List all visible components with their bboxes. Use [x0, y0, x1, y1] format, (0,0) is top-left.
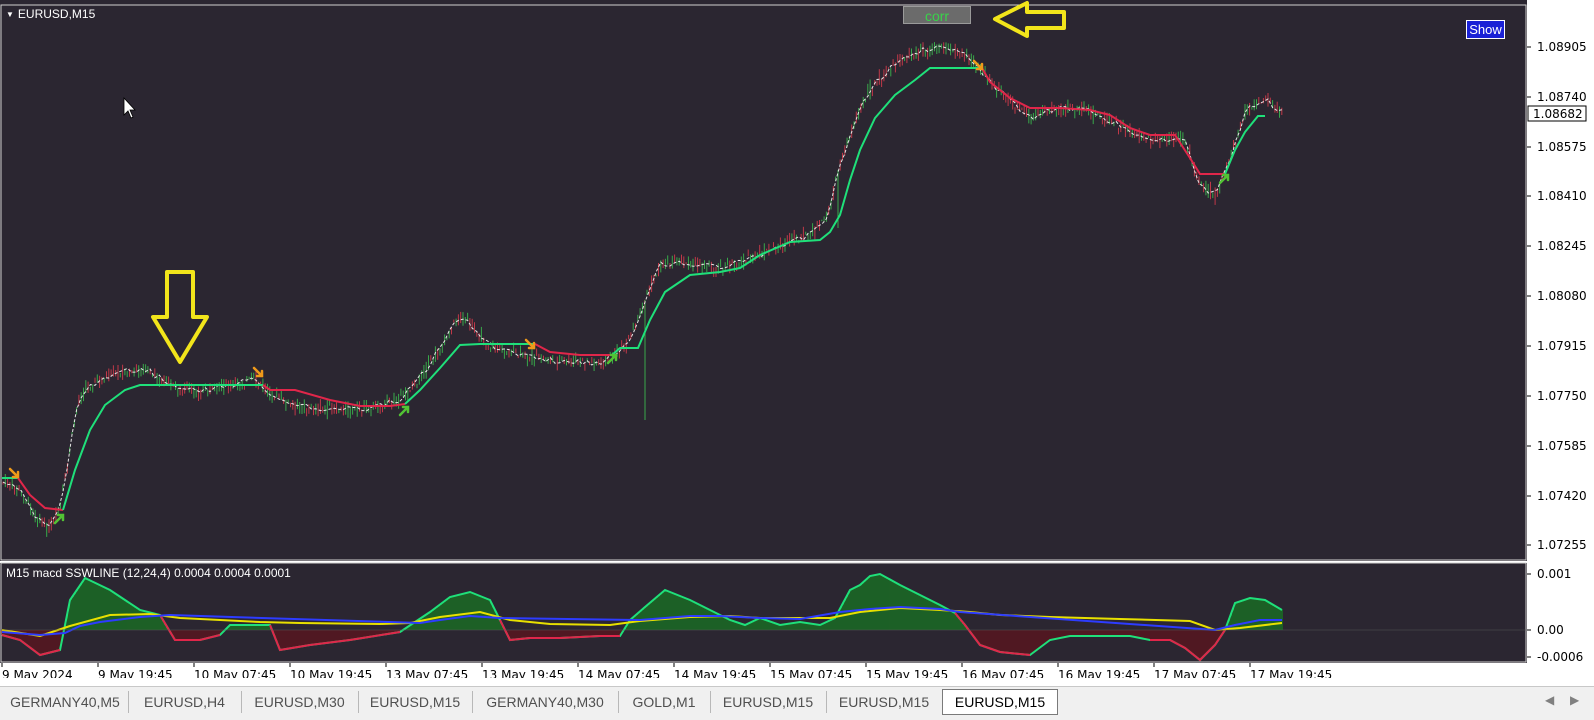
- price-tick-label: 1.07915: [1537, 339, 1587, 353]
- price-tick-label: 1.08575: [1537, 140, 1587, 154]
- price-tick-label: 1.08905: [1537, 40, 1587, 54]
- indicator-tick-label: 0.001: [1537, 567, 1571, 581]
- time-tick-label: 17 May 07:45: [1154, 668, 1236, 678]
- triangle-down-icon[interactable]: ▼: [6, 10, 14, 19]
- time-tick-label: 9 May 2024: [2, 668, 73, 678]
- time-tick-label: 13 May 07:45: [386, 668, 468, 678]
- time-tick-label: 13 May 19:45: [482, 668, 564, 678]
- time-tick-label: 14 May 19:45: [674, 668, 756, 678]
- indicator-label: M15 macd SSWLINE (12,24,4) 0.0004 0.0004…: [6, 566, 291, 580]
- time-tick-label: 17 May 19:45: [1250, 668, 1332, 678]
- price-tick-label: 1.07420: [1537, 489, 1587, 503]
- current-price-label: 1.08682: [1527, 105, 1587, 122]
- main-chart-background: [0, 0, 1527, 561]
- chart-tab-6[interactable]: GOLD,M1: [618, 691, 711, 713]
- price-tick-label: 1.08410: [1537, 189, 1587, 203]
- chevron-right-icon[interactable]: ▶: [1570, 693, 1579, 707]
- indicator-tick-label: -0.0006: [1537, 650, 1583, 664]
- time-tick-label: 10 May 19:45: [290, 668, 372, 678]
- price-tick-label: 1.07255: [1537, 538, 1587, 552]
- chart-tab-2[interactable]: EURUSD,H4: [128, 691, 242, 713]
- time-tick-label: 14 May 07:45: [578, 668, 660, 678]
- time-tick-label: 16 May 07:45: [962, 668, 1044, 678]
- corr-button[interactable]: corr: [903, 6, 971, 24]
- price-tick-label: 1.08080: [1537, 289, 1587, 303]
- chart-tab-1[interactable]: GERMANY40,M5: [2, 691, 129, 713]
- chart-tab-9[interactable]: EURUSD,M15: [942, 689, 1058, 715]
- time-tick-label: 9 May 19:45: [98, 668, 173, 678]
- time-tick-label: 15 May 07:45: [770, 668, 852, 678]
- price-tick-label: 1.07750: [1537, 389, 1587, 403]
- show-button[interactable]: Show: [1466, 20, 1505, 39]
- chart-tab-8[interactable]: EURUSD,M15: [826, 691, 943, 713]
- chart-tab-7[interactable]: EURUSD,M15: [710, 691, 827, 713]
- chart-tab-4[interactable]: EURUSD,M15: [358, 691, 473, 713]
- chevron-left-icon[interactable]: ◀: [1545, 693, 1554, 707]
- time-tick-label: 15 May 19:45: [866, 668, 948, 678]
- chart-tab-bar: GERMANY40,M5 EURUSD,H4 EURUSD,M30 EURUSD,M1…: [0, 686, 1594, 720]
- time-tick-label: 16 May 19:45: [1058, 668, 1140, 678]
- price-tick-label: 1.08245: [1537, 239, 1587, 253]
- price-tick-label: 1.07585: [1537, 439, 1587, 453]
- chart-symbol-title[interactable]: ▼ EURUSD,M15: [6, 7, 95, 21]
- price-tick-label: 1.08740: [1537, 90, 1587, 104]
- indicator-tick-label: 0.00: [1537, 623, 1564, 637]
- time-tick-label: 10 May 07:45: [194, 668, 276, 678]
- current-price-value: 1.08682: [1533, 107, 1583, 121]
- chart-window[interactable]: 1.08905 1.08740 1.08575 1.08410 1.08245 1.080…: [0, 0, 1594, 686]
- symbol-label: EURUSD,M15: [17, 7, 96, 21]
- chart-tab-5[interactable]: GERMANY40,M30: [472, 691, 619, 713]
- chart-tab-3[interactable]: EURUSD,M30: [241, 691, 359, 713]
